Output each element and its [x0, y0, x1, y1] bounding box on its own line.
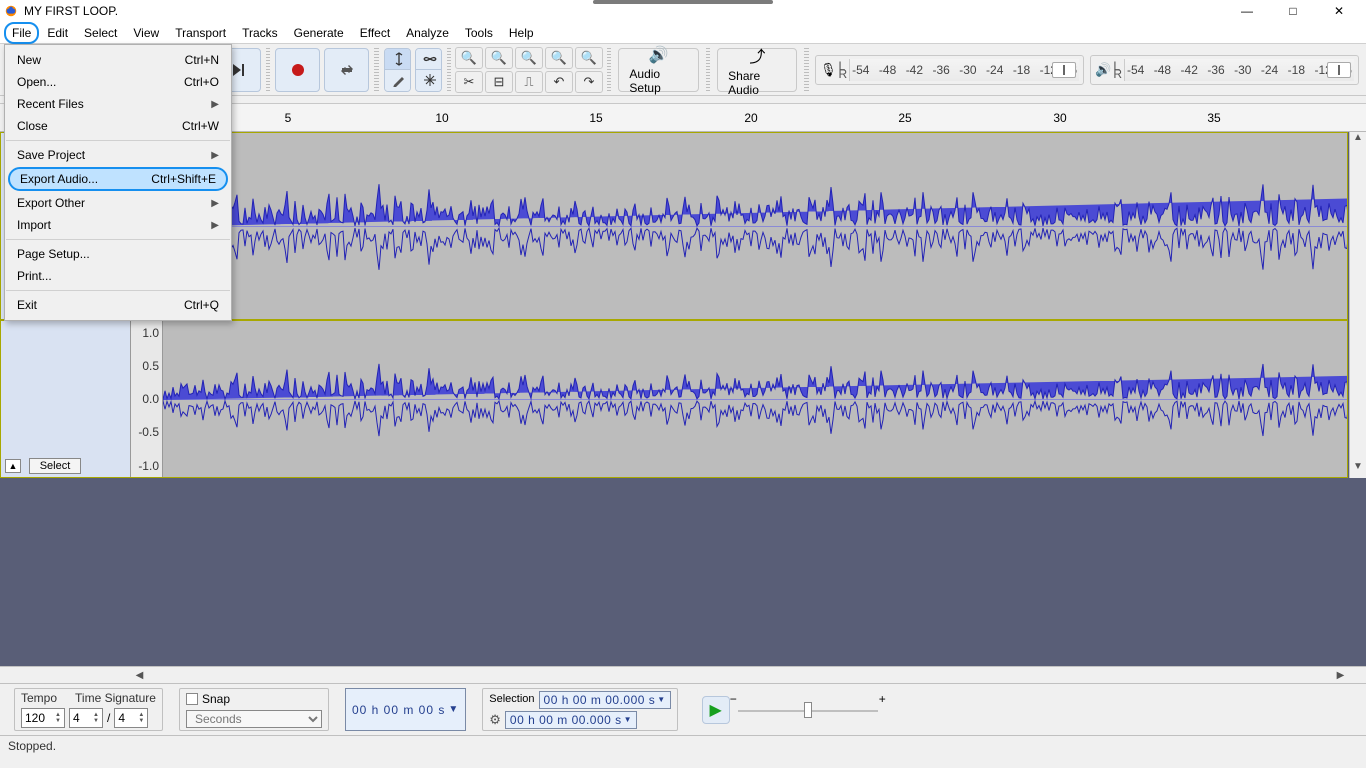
selection-panel: Selection 00 h 00 m 00.000 s▼ ⚙ 00 h 00 …	[482, 688, 677, 731]
zoom-in-button[interactable]: 🔍	[455, 47, 483, 69]
recording-meter[interactable]: 🎙 LR -54-48-42-36-30-24-18-12-6	[815, 55, 1084, 85]
waveform-right[interactable]	[163, 321, 1347, 477]
playback-speed-slider[interactable]: − +	[738, 700, 878, 720]
menu-item-import[interactable]: Import▶	[5, 214, 231, 236]
menu-item-close[interactable]: CloseCtrl+W	[5, 115, 231, 137]
speaker-setup-icon: 🔊	[649, 45, 669, 65]
track-channel-right: ▲ Select 1.0 0.5 0.0 -0.5 -1.0	[0, 320, 1348, 478]
track-control-panel[interactable]: ▲ Select	[1, 321, 131, 477]
multi-tool[interactable]	[416, 69, 442, 90]
envelope-tool[interactable]	[416, 49, 442, 70]
tempo-input[interactable]: 120▲▼	[21, 708, 65, 728]
toolbar-grip[interactable]	[804, 48, 808, 92]
share-icon: ⤴	[749, 43, 765, 67]
track-amplitude-scale: 1.0 0.5 0.0 -0.5 -1.0	[131, 321, 163, 477]
menu-transport[interactable]: Transport	[167, 22, 234, 44]
tempo-panel: TempoTime Signature 120▲▼ 4▲▼ / 4▲▼	[14, 688, 163, 731]
timeline-ruler[interactable]: 5101520253035	[131, 104, 1366, 132]
toolbar-grip[interactable]	[706, 48, 710, 92]
menu-item-save-project[interactable]: Save Project▶	[5, 144, 231, 166]
menu-item-recent-files[interactable]: Recent Files▶	[5, 93, 231, 115]
trim-button[interactable]: ✂	[455, 71, 483, 93]
menu-separator	[6, 290, 230, 291]
menu-item-new[interactable]: NewCtrl+N	[5, 49, 231, 71]
menu-separator	[6, 140, 230, 141]
menu-item-export-other[interactable]: Export Other▶	[5, 192, 231, 214]
menu-edit[interactable]: Edit	[39, 22, 76, 44]
submenu-arrow-icon: ▶	[211, 220, 219, 231]
play-volume-slider[interactable]	[1327, 62, 1351, 78]
submenu-arrow-icon: ▶	[211, 198, 219, 209]
loop-button[interactable]	[324, 48, 369, 92]
fit-project-button[interactable]: 🔍	[545, 47, 573, 69]
window-title: MY FIRST LOOP.	[24, 4, 1224, 18]
selection-start-display[interactable]: 00 h 00 m 00.000 s▼	[539, 691, 671, 709]
toolbar-grip[interactable]	[607, 48, 611, 92]
toolbar-grip[interactable]	[447, 48, 451, 92]
redo-button[interactable]: ↷	[575, 71, 603, 93]
close-button[interactable]: ✕	[1316, 0, 1362, 22]
undo-button[interactable]: ↶	[545, 71, 573, 93]
rec-volume-slider[interactable]	[1052, 62, 1076, 78]
audio-setup-button[interactable]: 🔊 Audio Setup	[618, 48, 698, 92]
play-at-speed-button[interactable]: ▶	[702, 696, 730, 724]
track-select-button[interactable]: Select	[29, 458, 81, 474]
draw-tool[interactable]	[385, 69, 411, 90]
toolbar-grip[interactable]	[374, 48, 378, 92]
play-at-speed-panel: ▶ − +	[694, 688, 886, 731]
menu-item-open[interactable]: Open...Ctrl+O	[5, 71, 231, 93]
menu-item-export-audio[interactable]: Export Audio...Ctrl+Shift+E	[8, 167, 228, 191]
waveform-left[interactable]	[163, 133, 1347, 319]
empty-tracks-area[interactable]	[0, 480, 1366, 666]
bottom-toolbar: TempoTime Signature 120▲▼ 4▲▼ / 4▲▼ Snap…	[0, 683, 1366, 735]
timesig-numerator[interactable]: 4▲▼	[69, 708, 103, 728]
menu-generate[interactable]: Generate	[286, 22, 352, 44]
horizontal-scrollbar[interactable]: ◀▶	[0, 666, 1366, 683]
snap-checkbox[interactable]: Snap	[186, 692, 322, 706]
share-audio-button[interactable]: ⤴ Share Audio	[717, 48, 797, 92]
snap-panel: Snap Seconds	[179, 688, 329, 731]
submenu-arrow-icon: ▶	[211, 99, 219, 110]
window-snap-handle[interactable]	[593, 0, 773, 4]
status-bar: Stopped.	[0, 735, 1366, 757]
toolbar-grip[interactable]	[266, 48, 270, 92]
menu-select[interactable]: Select	[76, 22, 125, 44]
selection-settings-icon[interactable]: ⚙	[489, 712, 501, 728]
vertical-scrollbar[interactable]: ▲▼	[1349, 132, 1366, 478]
record-button[interactable]	[275, 48, 320, 92]
app-logo-icon	[4, 4, 18, 18]
menu-tracks[interactable]: Tracks	[234, 22, 286, 44]
menu-tools[interactable]: Tools	[457, 22, 501, 44]
microphone-icon: 🎙	[820, 62, 837, 78]
menu-effect[interactable]: Effect	[352, 22, 398, 44]
selection-end-display[interactable]: 00 h 00 m 00.000 s▼	[505, 711, 637, 729]
track-collapse-button[interactable]: ▲	[5, 459, 21, 473]
menu-bar: File Edit Select View Transport Tracks G…	[0, 22, 1366, 44]
menu-item-print[interactable]: Print...	[5, 265, 231, 287]
file-menu-dropdown: NewCtrl+N Open...Ctrl+O Recent Files▶ Cl…	[4, 44, 232, 321]
zoom-out-button[interactable]: 🔍	[485, 47, 513, 69]
zoom-toggle-button[interactable]: 🔍	[575, 47, 603, 69]
timesig-denominator[interactable]: 4▲▼	[114, 708, 148, 728]
menu-help[interactable]: Help	[501, 22, 542, 44]
menu-file[interactable]: File	[4, 22, 39, 44]
fit-selection-button[interactable]: 🔍	[515, 47, 543, 69]
submenu-arrow-icon: ▶	[211, 150, 219, 161]
menu-separator	[6, 239, 230, 240]
menu-analyze[interactable]: Analyze	[398, 22, 457, 44]
menu-view[interactable]: View	[125, 22, 167, 44]
menu-item-exit[interactable]: ExitCtrl+Q	[5, 294, 231, 316]
menu-item-page-setup[interactable]: Page Setup...	[5, 243, 231, 265]
maximize-button[interactable]: □	[1270, 0, 1316, 22]
sync-lock-button[interactable]: ⎍	[515, 71, 543, 93]
time-position-display[interactable]: 00 h 00 m 00 s▼	[345, 688, 466, 731]
minimize-button[interactable]: ―	[1224, 0, 1270, 22]
speaker-icon: 🔊	[1095, 62, 1111, 78]
snap-unit-select[interactable]: Seconds	[186, 710, 322, 728]
playback-meter[interactable]: 🔊 LR -54-48-42-36-30-24-18-12-6	[1090, 55, 1359, 85]
silence-button[interactable]: ⊟	[485, 71, 513, 93]
selection-tool[interactable]	[385, 49, 411, 70]
